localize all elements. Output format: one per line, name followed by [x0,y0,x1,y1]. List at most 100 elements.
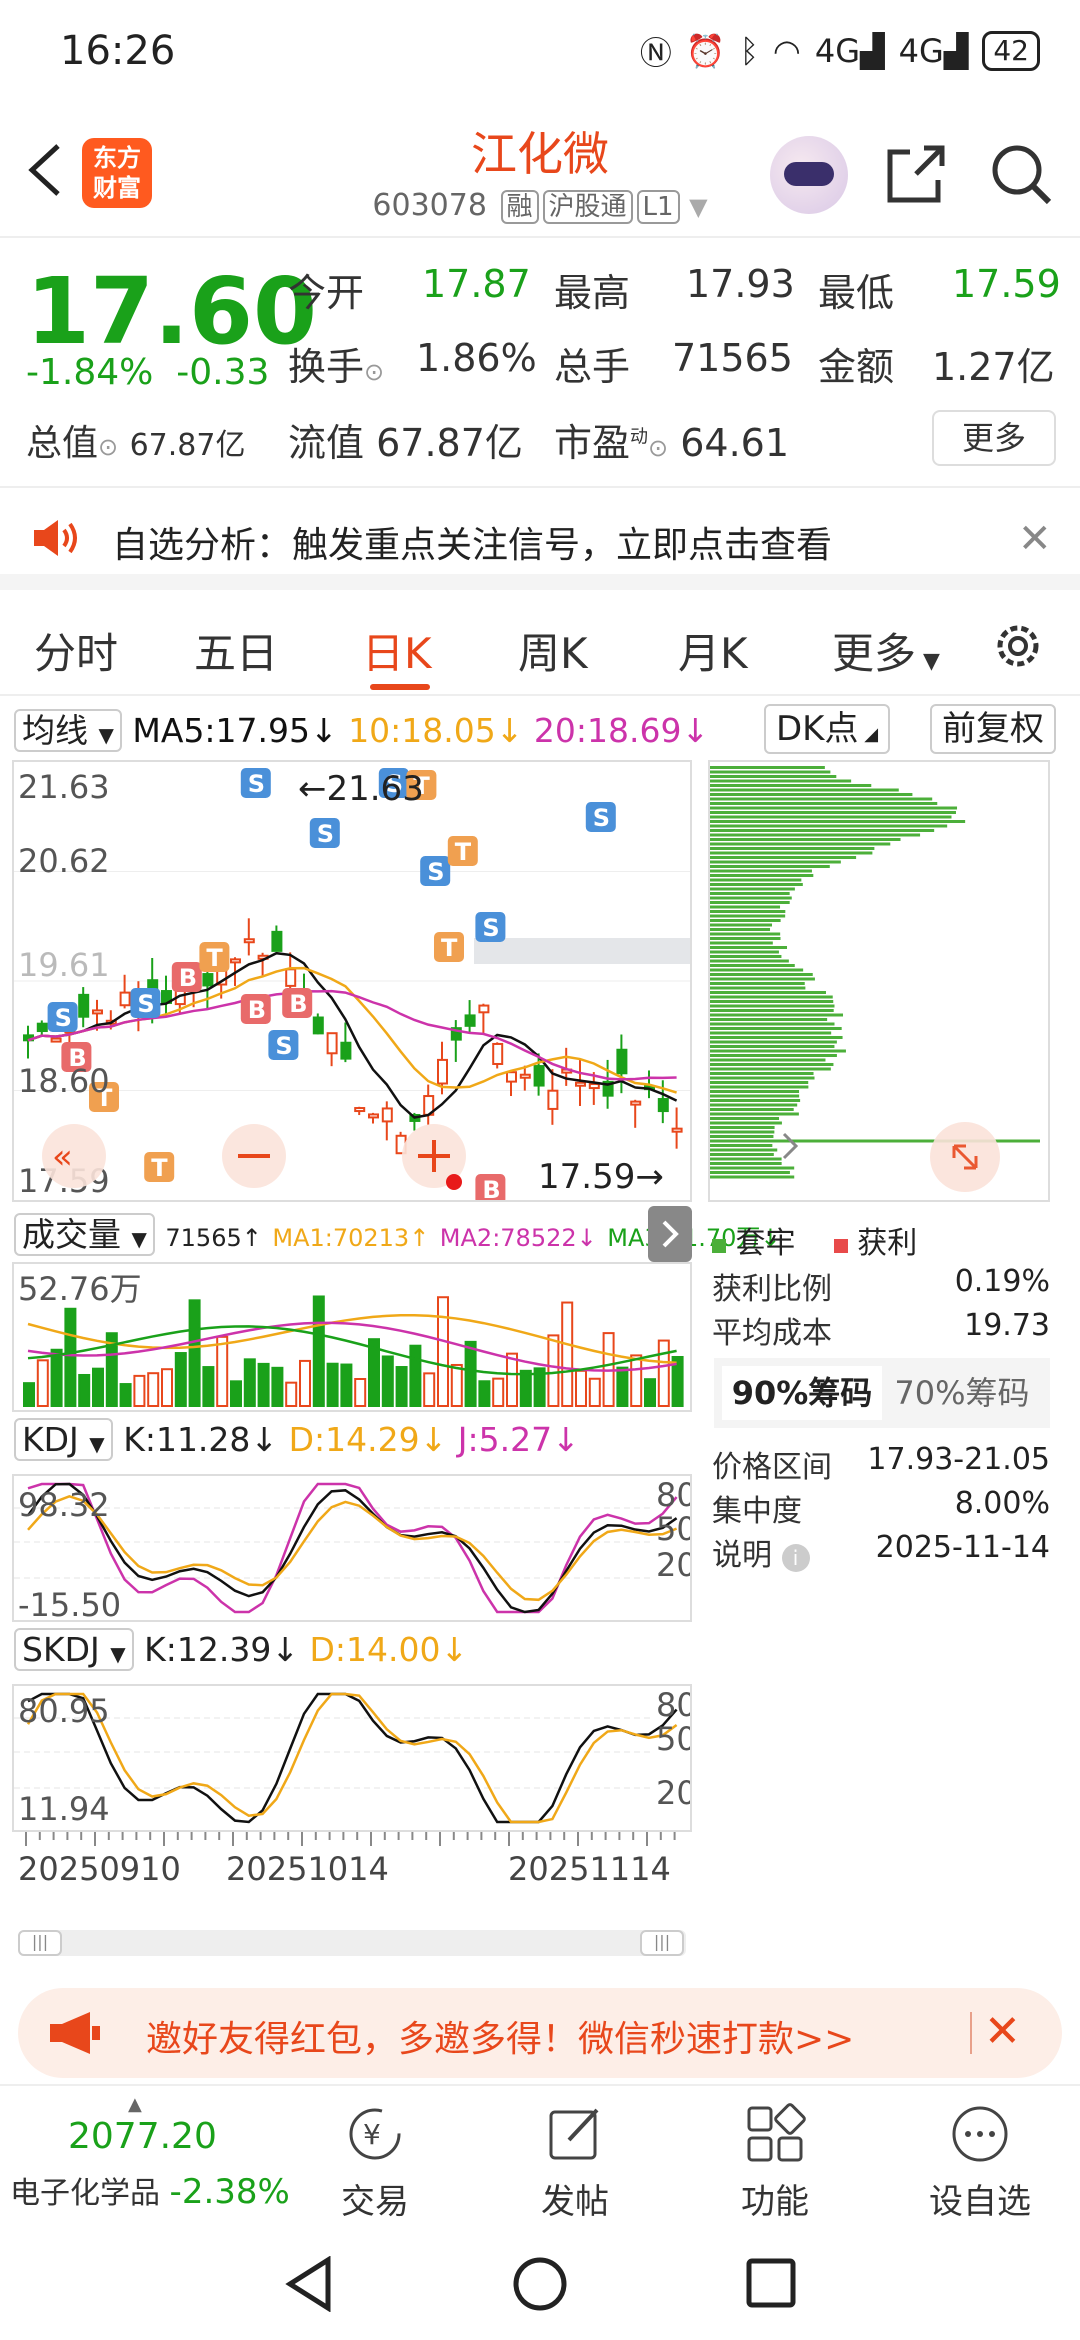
chip-bar [710,1126,775,1129]
svg-text:«: « [52,1137,73,1177]
chip-bar [710,784,872,787]
price-range-value: 17.93-21.05 [867,1442,1050,1477]
dk-points-button[interactable]: DK点 ◢ [764,704,891,754]
share-icon[interactable] [880,138,952,210]
price-change: -1.84% -0.33 [26,352,270,393]
chip-bar [710,1117,780,1120]
battery-icon: 42 [982,31,1040,71]
volume-bar [119,1383,132,1407]
legend-trapped: 套牢 [735,1226,796,1261]
analysis-alert[interactable]: 自选分析：触发重点关注信号，立即点击查看 ✕ [0,490,1080,590]
candle-body [92,1009,103,1015]
chip-bar [710,824,948,828]
candle-body [478,1004,490,1014]
candle-body [78,993,90,1018]
note-label[interactable]: 说明 i [712,1530,810,1574]
red-dot [446,1174,462,1190]
skdj-level-50: 50 [656,1720,690,1758]
functions-button[interactable]: 功能 [700,2102,850,2223]
assistant-avatar-icon[interactable] [770,136,848,214]
chip-bar [710,991,826,994]
volume-bar [547,1334,560,1407]
caret-up-icon: ▲ [128,2094,142,2115]
zoom-out-button[interactable] [222,1124,286,1188]
kdj-legend: KDJ ▼ K:11.28↓ D:14.29↓ J:5.27↓ [14,1418,580,1466]
chip-bar [710,1045,835,1048]
nav-back-icon[interactable] [284,2256,334,2312]
add-watchlist-button[interactable]: 设自选 [905,2102,1055,2223]
oscillator-line [27,1692,678,1824]
nav-home-icon[interactable] [510,2254,570,2314]
skdj-legend: SKDJ ▼ K:12.39↓ D:14.00↓ [14,1628,469,1676]
high-value: 17.93 [686,262,795,306]
candle-body [202,973,214,987]
chip-bar [710,928,771,931]
candle-body [50,1037,62,1043]
tab-daily-k[interactable]: 日K [362,620,432,681]
range-handle-right[interactable]: ||| [640,1930,684,1956]
chip-bar [710,1153,774,1156]
indicator-selector[interactable]: 均线 ▼ [14,709,122,752]
post-button[interactable]: 发帖 [500,2102,650,2223]
bluetooth-icon: ᛒ [739,32,759,70]
scroll-left-button[interactable]: « [42,1124,106,1188]
expand-icon[interactable] [930,1122,1000,1192]
sector-index-name[interactable]: 电子化学品 -2.38% [10,2168,290,2212]
chip-bar [710,1108,794,1111]
search-icon[interactable] [985,138,1057,210]
chart-range-scrollbar[interactable]: ||| ||| [18,1930,686,1956]
kline-chart[interactable]: SBTSTBTBSBSSSBTSTTSS 21.63 20.62 19.61 1… [12,760,692,1204]
gear-icon[interactable] [990,618,1046,674]
skdj-chart[interactable]: 80.95 11.94 80 50 20 [12,1684,697,1832]
volume-bar [478,1380,491,1408]
promo-banner[interactable]: 邀好友得红包，多邀多得！微信秒速打款>> ✕ [18,1988,1062,2078]
volume-bar [312,1295,325,1407]
ma-legend: 均线 ▼ MA5:17.95↓ 10:18.05↓ 20:18.69↓ [14,704,709,754]
volume-chart[interactable]: 52.76万 [12,1262,692,1412]
kdj-selector[interactable]: KDJ ▼ [14,1418,113,1461]
volume-y-top: 52.76万 [18,1270,142,1308]
chip-bar [710,955,782,958]
pe-ratio[interactable]: 市盈动⊙ 64.61 [554,412,789,467]
chip-bar [710,977,815,981]
candle-body [381,1107,393,1123]
chip-bar [710,1090,800,1093]
tab-weekly-k[interactable]: 周K [518,620,588,681]
candle-body [533,1065,545,1087]
skdj-selector[interactable]: SKDJ ▼ [14,1628,134,1671]
turnover-label[interactable]: 换手⊙ [288,336,384,391]
sector-index-value[interactable]: 2077.20 [68,2116,217,2157]
market-cap[interactable]: 总值⊙ 67.87亿 [26,414,245,466]
skdj-d: D:14.00↓ [309,1630,469,1669]
caret-down-icon: ▼ [110,1642,126,1666]
volume-bar [616,1366,629,1407]
tab-more[interactable]: 更多 ▼ [832,620,940,681]
volume-bar [78,1373,91,1408]
tab-intraday[interactable]: 分时 [34,620,118,681]
chevron-right-icon[interactable] [770,1126,810,1166]
volume-bar [381,1355,394,1407]
period-tabs: 分时 五日 日K 周K 月K 更多 ▼ [0,600,1080,696]
expand-panel-button[interactable] [648,1206,692,1262]
range-handle-left[interactable]: ||| [18,1930,62,1956]
volume-bar [657,1339,670,1407]
chip-bar [710,797,933,801]
tab-five-day[interactable]: 五日 [194,620,278,681]
candle-body [657,1098,669,1113]
tab-monthly-k[interactable]: 月K [678,620,748,681]
tab-90-chips[interactable]: 90%筹码 [722,1366,882,1420]
trade-button[interactable]: ¥ 交易 [300,2102,450,2223]
chip-bar [710,910,786,913]
chip-bar [710,932,781,936]
nav-recents-icon[interactable] [744,2256,800,2312]
more-quote-button[interactable]: 更多 [932,410,1056,466]
chip-distribution-chart[interactable] [708,760,1050,1202]
tab-70-chips[interactable]: 70%筹码 [882,1366,1042,1420]
price-adjust-button[interactable]: 前复权 [930,704,1056,754]
close-icon[interactable]: ✕ [984,2006,1021,2057]
kdj-chart[interactable]: 98.32 -15.50 80 50 20 [12,1474,697,1624]
volume-selector[interactable]: 成交量 ▼ [14,1213,155,1256]
close-icon[interactable]: ✕ [1018,516,1052,562]
date-label-2: 20251014 [226,1850,389,1888]
candle-body [285,968,297,987]
